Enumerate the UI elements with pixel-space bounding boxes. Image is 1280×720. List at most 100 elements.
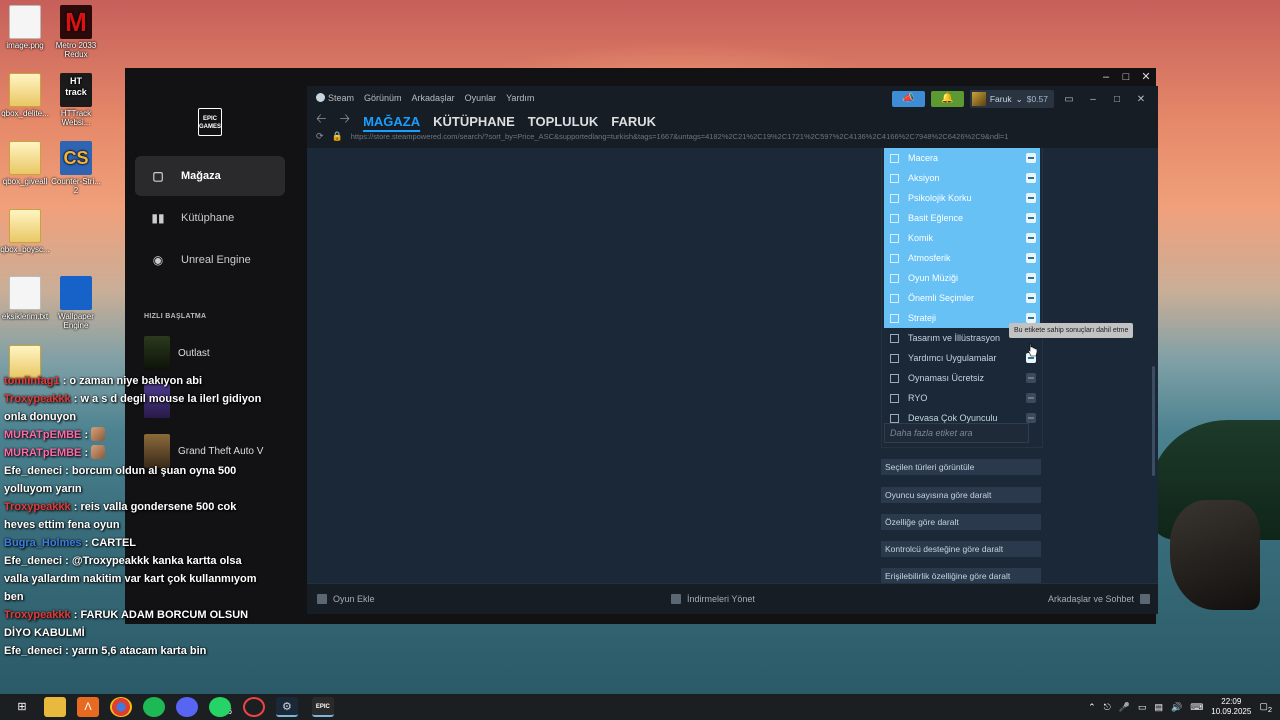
minimize-button[interactable]: – xyxy=(1096,68,1116,86)
tag-row[interactable]: RYO xyxy=(884,388,1040,408)
exclude-tag-button[interactable] xyxy=(1026,393,1036,403)
discord-icon[interactable] xyxy=(176,697,198,717)
close-button[interactable]: ✕ xyxy=(1132,94,1150,105)
exclude-tag-button[interactable] xyxy=(1026,273,1036,283)
desktop-icon-metro[interactable]: M Metro 2033 Redux xyxy=(48,5,104,59)
tag-row[interactable]: Yardımcı Uygulamalar xyxy=(884,348,1040,368)
minimize-button[interactable]: – xyxy=(1084,94,1102,105)
close-button[interactable]: ✕ xyxy=(1136,68,1156,86)
tag-row[interactable]: Komik xyxy=(884,228,1040,248)
filter-button-features[interactable]: Özelliğe göre daralt xyxy=(881,514,1041,530)
friends-chat-button[interactable]: Arkadaşlar ve Sohbet xyxy=(1048,594,1150,604)
url-bar[interactable]: ⟳ 🔒 https://store.steampowered.com/searc… xyxy=(316,131,1008,142)
tab-library[interactable]: KÜTÜPHANE xyxy=(433,114,515,129)
steam-taskbar-icon[interactable]: ⚙ xyxy=(275,697,298,717)
quick-launch-outlast[interactable]: Outlast xyxy=(144,336,210,370)
desktop-icon-image[interactable]: image.png xyxy=(0,5,53,50)
keyboard-icon[interactable]: ⌨ xyxy=(1190,702,1203,713)
exclude-tag-button[interactable] xyxy=(1026,293,1036,303)
volume-icon[interactable]: 🔊 xyxy=(1171,702,1182,713)
menu-games[interactable]: Oyunlar xyxy=(465,93,497,103)
exclude-tag-button[interactable] xyxy=(1026,213,1036,223)
network-icon[interactable]: ▤ xyxy=(1155,702,1164,713)
forward-arrow-icon[interactable]: 🡢 xyxy=(340,110,351,132)
scrollbar[interactable] xyxy=(1152,366,1155,476)
menu-view[interactable]: Görünüm xyxy=(364,93,402,103)
checkbox[interactable] xyxy=(890,393,899,403)
desktop-icon-httrack[interactable]: HT track HTTrack Websi... xyxy=(48,73,104,127)
maximize-button[interactable]: □ xyxy=(1108,94,1126,105)
notifications-icon[interactable]: ▢2 xyxy=(1259,701,1272,714)
file-explorer-icon[interactable] xyxy=(44,697,66,717)
manage-downloads-button[interactable]: İndirmeleri Yönet xyxy=(671,594,755,604)
desktop-icon-qbox-boysc[interactable]: qbox_boysc... xyxy=(0,209,53,254)
tab-community[interactable]: TOPLULUK xyxy=(528,114,599,129)
checkbox[interactable] xyxy=(890,213,899,223)
spotify-icon[interactable] xyxy=(143,697,165,717)
big-picture-icon[interactable]: ▭ xyxy=(1060,94,1078,105)
tab-profile[interactable]: FARUK xyxy=(611,114,656,129)
exclude-tag-button[interactable] xyxy=(1026,233,1036,243)
tag-row[interactable]: Oynaması Ücretsiz xyxy=(884,368,1040,388)
checkbox[interactable] xyxy=(890,193,899,203)
tab-store[interactable]: MAĞAZA xyxy=(363,114,420,129)
checkbox[interactable] xyxy=(890,273,899,283)
tag-search-input[interactable]: Daha fazla etiket ara xyxy=(884,423,1029,443)
refresh-icon[interactable]: ⟳ xyxy=(316,131,324,142)
epic-nav-store[interactable]: ▢ Mağaza xyxy=(135,156,285,196)
record-icon[interactable] xyxy=(242,697,265,717)
tag-row[interactable]: Atmosferik xyxy=(884,248,1040,268)
checkbox[interactable] xyxy=(890,153,899,163)
exclude-tag-button[interactable] xyxy=(1026,193,1036,203)
filter-button-players[interactable]: Oyuncu sayısına göre daralt xyxy=(881,487,1041,503)
desktop-icon-qbox-delite[interactable]: qbox_delite... xyxy=(0,73,53,118)
tag-row[interactable]: Aksiyon xyxy=(884,168,1040,188)
tag-row[interactable]: Psikolojik Korku xyxy=(884,188,1040,208)
maximize-button[interactable]: □ xyxy=(1116,68,1136,86)
exclude-tag-button[interactable] xyxy=(1026,173,1036,183)
app-icon[interactable]: Λ xyxy=(77,697,99,717)
exclude-tag-button[interactable] xyxy=(1026,153,1036,163)
usb-icon[interactable]: ⎋ xyxy=(1104,702,1111,713)
checkbox[interactable] xyxy=(890,173,899,183)
desktop-icon-qbox-giveall[interactable]: qbox_giveall xyxy=(0,141,53,186)
add-game-button[interactable]: Oyun Ekle xyxy=(317,594,375,604)
checkbox[interactable] xyxy=(890,313,899,323)
menu-steam[interactable]: Steam xyxy=(316,93,354,103)
menu-friends[interactable]: Arkadaşlar xyxy=(412,93,455,103)
filter-button-accessibility[interactable]: Erişilebilirlik özelliğine göre daralt xyxy=(881,568,1041,584)
tag-row[interactable]: Basit Eğlence xyxy=(884,208,1040,228)
exclude-tag-button[interactable] xyxy=(1026,253,1036,263)
epic-taskbar-icon[interactable]: EPIC xyxy=(311,697,334,717)
windows-start-icon[interactable]: ⊞ xyxy=(11,697,33,717)
chevron-up-icon[interactable]: ⌃ xyxy=(1088,702,1096,713)
announcements-button[interactable]: 📣 xyxy=(891,91,925,107)
checkbox[interactable] xyxy=(890,353,899,363)
clock[interactable]: 22:09 10.09.2025 xyxy=(1211,697,1251,717)
checkbox[interactable] xyxy=(890,293,899,303)
epic-nav-unreal[interactable]: ◉ Unreal Engine xyxy=(135,240,285,280)
display-icon[interactable]: ▭ xyxy=(1138,702,1147,713)
desktop-icon-wallpaper-engine[interactable]: Wallpaper Engine xyxy=(48,276,104,330)
exclude-tag-button[interactable] xyxy=(1026,413,1036,423)
checkbox[interactable] xyxy=(890,233,899,243)
whatsapp-icon[interactable] xyxy=(209,697,231,717)
chrome-icon[interactable] xyxy=(110,697,132,717)
tag-row[interactable]: Macera xyxy=(884,148,1040,168)
filter-button-controller[interactable]: Kontrolcü desteğine göre daralt xyxy=(881,541,1041,557)
tag-row[interactable]: Önemli Seçimler xyxy=(884,288,1040,308)
checkbox[interactable] xyxy=(890,333,899,343)
checkbox[interactable] xyxy=(890,253,899,263)
checkbox[interactable] xyxy=(890,373,899,383)
user-account-menu[interactable]: Faruk ⌄ $0.57 xyxy=(969,90,1054,108)
filter-button-genres[interactable]: Seçilen türleri görüntüle xyxy=(881,459,1041,475)
epic-nav-library[interactable]: ▮▮ Kütüphane xyxy=(135,198,285,238)
menu-help[interactable]: Yardım xyxy=(506,93,534,103)
exclude-tag-button[interactable] xyxy=(1026,313,1036,323)
notifications-button[interactable]: 🔔 xyxy=(930,91,964,107)
desktop-icon-eksiklerim[interactable]: eksiklerim.txt xyxy=(0,276,53,321)
desktop-icon-counter-strike[interactable]: CS Counter-Stri... 2 xyxy=(48,141,104,195)
back-arrow-icon[interactable]: 🡠 xyxy=(316,110,327,132)
microphone-icon[interactable]: 🎤 xyxy=(1119,702,1130,713)
checkbox[interactable] xyxy=(890,413,899,423)
